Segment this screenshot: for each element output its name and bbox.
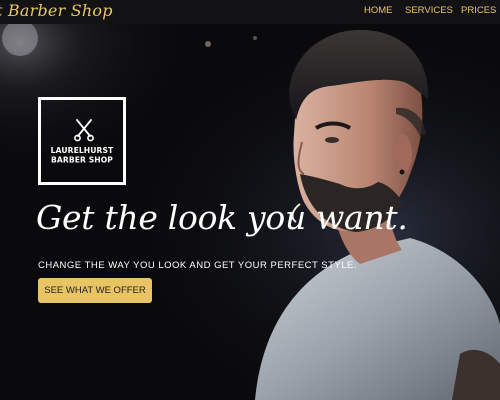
- scissors-icon: [74, 119, 94, 142]
- page: t Barber Shop HOME SERVICES PRICES LAURE…: [0, 0, 500, 400]
- hero-headline: Get the look you want.: [36, 198, 408, 237]
- brand-logo-text[interactable]: t Barber Shop: [0, 1, 113, 20]
- logo-text-line1: LAURELHURST: [50, 145, 114, 155]
- nav-link-services[interactable]: SERVICES: [405, 5, 453, 16]
- see-what-we-offer-button[interactable]: SEE WHAT WE OFFER: [38, 278, 152, 303]
- nav-link-home[interactable]: HOME: [364, 5, 393, 16]
- nav-link-prices[interactable]: PRICES: [461, 5, 496, 16]
- hero-subheadline: CHANGE THE WAY YOU LOOK AND GET YOUR PER…: [38, 260, 358, 271]
- logo-text-line2: BARBER SHOP: [51, 155, 113, 165]
- logo-text: LAURELHURST BARBER SHOP: [41, 146, 123, 165]
- hero-section: LAURELHURST BARBER SHOP Get the look you…: [0, 24, 500, 400]
- barbershop-logo-badge: LAURELHURST BARBER SHOP: [38, 97, 126, 185]
- top-navbar: t Barber Shop HOME SERVICES PRICES: [0, 0, 500, 24]
